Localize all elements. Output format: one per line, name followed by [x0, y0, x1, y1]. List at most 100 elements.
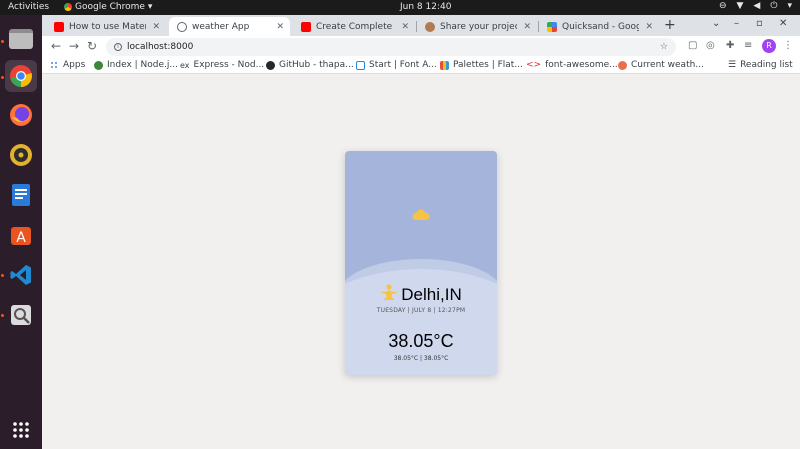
bookmark-item[interactable]: ex Express - Nod... — [180, 60, 264, 70]
bookmark-label: Palettes | Flat... — [453, 60, 523, 70]
maximize-button[interactable]: ▫ — [756, 18, 763, 29]
tab-weather-app[interactable]: weather App ✕ — [169, 17, 290, 36]
clock[interactable]: Jun 8 12:40 — [400, 2, 451, 12]
browser-toolbar: ← → ↻ i localhost:8000 ☆ ▢ ◎ ✚ ≡ R ⋮ — [42, 36, 800, 58]
tab-share-project[interactable]: Share your project|ui ✕ — [417, 17, 537, 36]
running-indicator — [1, 40, 4, 43]
express-icon: ex — [180, 60, 190, 70]
bookmark-item[interactable]: GitHub - thapa... — [266, 60, 354, 70]
bookmark-label: font-awesome... — [545, 60, 618, 70]
wifi-icon: ▼ — [736, 1, 744, 11]
bookmarks-bar: Apps Index | Node.j... ex Express - Nod.… — [42, 58, 800, 74]
ubuntu-software-icon[interactable]: A — [5, 219, 37, 251]
system-top-bar: Activities Google Chrome ▾ Jun 8 12:40 ⊖… — [0, 0, 800, 15]
bookmark-item[interactable]: Start | Font A... — [356, 60, 437, 70]
bookmark-label: Apps — [63, 60, 86, 70]
activities-button[interactable]: Activities — [8, 2, 49, 12]
close-icon[interactable]: ✕ — [276, 22, 284, 32]
reading-list-icon: ☰ — [728, 60, 737, 70]
files-icon[interactable] — [5, 23, 37, 55]
youtube-icon — [54, 21, 64, 32]
globe-icon — [177, 21, 187, 32]
tab-quicksand[interactable]: Quicksand - Google F ✕ — [539, 17, 659, 36]
app-menu[interactable]: Google Chrome ▾ — [64, 2, 152, 12]
app-menu-label: Google Chrome — [75, 2, 145, 12]
close-icon[interactable]: ✕ — [645, 22, 653, 32]
reload-button[interactable]: ↻ — [87, 39, 97, 53]
min-max-temperature: 38.05°C | 38.05°C — [393, 355, 449, 362]
temperature: 38.05°C — [388, 331, 454, 351]
image-viewer-icon[interactable] — [5, 299, 37, 331]
avatar-icon — [425, 21, 435, 32]
system-tray[interactable]: ⊖ ▼ ◀ ⏻ ▾ — [719, 1, 792, 11]
tab-title: Share your project|ui — [440, 21, 518, 32]
dock: A — [0, 15, 42, 449]
tab-search-icon[interactable]: ⌄ — [712, 18, 720, 29]
new-tab-button[interactable]: + — [664, 17, 676, 33]
minimize-button[interactable]: – — [734, 18, 739, 29]
do-not-disturb-icon: ⊖ — [718, 1, 727, 11]
window-close-button[interactable]: ✕ — [779, 18, 787, 29]
rhythmbox-icon[interactable] — [5, 139, 37, 171]
bookmark-item[interactable]: Current weath... — [618, 60, 704, 70]
extension-icon[interactable]: ▢ — [688, 40, 697, 51]
bookmark-item[interactable]: <> font-awesome... — [526, 60, 618, 70]
youtube-icon — [301, 21, 311, 32]
tab-title: How to use Material U — [69, 21, 146, 32]
bookmark-label: GitHub - thapa... — [279, 60, 354, 70]
bookmark-label: Index | Node.j... — [107, 60, 178, 70]
nodejs-icon — [94, 60, 103, 70]
tab-strip: How to use Material U ✕ weather App ✕ Cr… — [42, 15, 800, 36]
grid-icon[interactable] — [5, 414, 37, 446]
flag-icon — [356, 60, 365, 70]
profile-avatar[interactable]: R — [762, 39, 776, 53]
apps-grid-icon — [50, 60, 59, 70]
page-viewport: Delhi,IN TUESDAY | JULY 8 | 12:27PM 38.0… — [42, 74, 800, 449]
tab-material-ui[interactable]: How to use Material U ✕ — [46, 17, 166, 36]
bookmark-item[interactable]: Palettes | Flat... — [440, 60, 523, 70]
volume-icon: ◀ — [753, 1, 761, 11]
bookmark-label: Express - Nod... — [193, 60, 265, 70]
running-indicator — [1, 76, 4, 79]
caret-down-icon: ▾ — [147, 2, 153, 12]
chevron-down-icon: ▾ — [787, 1, 792, 11]
chrome-icon[interactable] — [5, 60, 37, 92]
close-icon[interactable]: ✕ — [523, 22, 531, 32]
palette-icon — [440, 60, 449, 70]
cloud-sun-icon — [412, 206, 430, 225]
forward-button[interactable]: → — [69, 39, 79, 53]
firefox-icon[interactable] — [5, 99, 37, 131]
extension-icon[interactable]: ◎ — [706, 40, 715, 51]
weather-card: Delhi,IN TUESDAY | JULY 8 | 12:27PM 38.0… — [345, 151, 497, 375]
close-icon[interactable]: ✕ — [152, 22, 160, 32]
svg-text:A: A — [16, 230, 26, 246]
more-menu-icon[interactable]: ⋮ — [783, 40, 793, 51]
person-icon — [380, 284, 398, 305]
date-time: TUESDAY | JULY 8 | 12:27PM — [376, 307, 466, 314]
reading-list[interactable]: ☰ Reading list — [728, 60, 793, 70]
back-button[interactable]: ← — [51, 39, 61, 53]
city-name: Delhi,IN — [401, 284, 462, 304]
chrome-small-icon — [64, 3, 72, 11]
media-icon[interactable]: ≡ — [744, 40, 752, 51]
bookmark-apps[interactable]: Apps — [50, 60, 85, 70]
location-row: Delhi,IN — [345, 284, 497, 305]
chrome-window: How to use Material U ✕ weather App ✕ Cr… — [42, 15, 800, 449]
running-indicator — [1, 314, 4, 317]
libreoffice-writer-icon[interactable] — [5, 179, 37, 211]
power-icon: ⏻ — [770, 1, 778, 11]
google-fonts-icon — [547, 21, 557, 32]
running-indicator — [1, 274, 4, 277]
address-bar[interactable]: i localhost:8000 ☆ — [106, 38, 676, 56]
star-icon[interactable]: ☆ — [660, 42, 668, 52]
bookmark-label: Current weath... — [631, 60, 704, 70]
info-icon[interactable]: i — [114, 43, 122, 51]
close-icon[interactable]: ✕ — [401, 22, 409, 32]
bookmark-label: Start | Font A... — [369, 60, 437, 70]
bookmark-item[interactable]: Index | Node.j... — [94, 60, 178, 70]
tab-create-complete[interactable]: Create Complete W ✕ — [293, 17, 415, 36]
reading-list-label: Reading list — [740, 60, 793, 70]
vscode-icon[interactable] — [5, 259, 37, 291]
puzzle-icon[interactable]: ✚ — [726, 40, 734, 51]
tab-title: Create Complete W — [316, 21, 396, 32]
